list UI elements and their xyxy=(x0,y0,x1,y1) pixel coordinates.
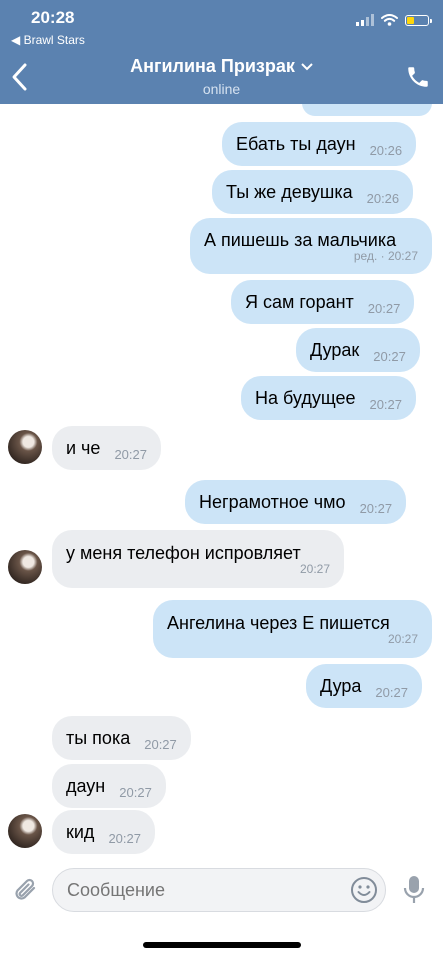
message-time: 20:26 xyxy=(369,142,403,158)
message-bubble[interactable]: На будущее 20:27 xyxy=(241,376,417,420)
status-time: 20:28 xyxy=(31,8,75,27)
chevron-down-icon xyxy=(301,63,313,71)
message-time: 20:27 xyxy=(369,396,403,412)
message-text: А пишешь за мальчика xyxy=(204,229,397,250)
message-time: 20:27 xyxy=(359,500,393,516)
message-input[interactable] xyxy=(52,868,386,912)
message-text: и че xyxy=(66,437,101,458)
message-text: кид xyxy=(66,821,95,842)
message-text: Ебать ты даун xyxy=(236,133,356,154)
message-bubble[interactable]: и че 20:27 xyxy=(52,426,161,470)
home-indicator xyxy=(143,942,301,948)
message-bubble[interactable]: Дура 20:27 xyxy=(306,664,422,708)
emoji-icon[interactable] xyxy=(350,876,378,904)
message-list[interactable]: Ебать ты даун 20:26 Ты же девушка 20:26 А … xyxy=(0,104,443,860)
message-time: 20:27 xyxy=(367,300,401,316)
message-text: у меня телефон испровляет xyxy=(66,542,301,563)
message-time: 20:27 xyxy=(375,684,408,700)
message-time: 20:27 xyxy=(144,736,177,752)
message-bubble[interactable]: у меня телефон испровляет 20:27 xyxy=(52,530,344,588)
avatar[interactable] xyxy=(8,814,42,848)
message-time: ред. · 20:27 xyxy=(353,248,418,263)
microphone-icon[interactable] xyxy=(402,874,426,906)
paperclip-icon[interactable] xyxy=(12,875,40,905)
chat-title[interactable]: Ангилина Призрак online xyxy=(0,56,443,97)
message-time: 20:27 xyxy=(108,830,141,846)
message-bubble[interactable]: Я сам горант 20:27 xyxy=(231,280,415,324)
message-text: Дура xyxy=(320,675,362,696)
contact-name: Ангилина Призрак xyxy=(130,56,295,76)
message-bubble[interactable]: Ангелина через Е пишется 20:27 xyxy=(153,600,432,658)
message-bubble[interactable]: Ебать ты даун 20:26 xyxy=(222,122,417,166)
avatar[interactable] xyxy=(8,550,42,584)
message-bubble[interactable]: Ты же девушка 20:26 xyxy=(212,170,414,214)
message-bubble[interactable]: даун 20:27 xyxy=(52,764,166,808)
message-time: 20:27 xyxy=(114,446,147,462)
message-text: даун xyxy=(66,775,106,796)
message-text: Я сам горант xyxy=(245,291,354,312)
phone-icon[interactable] xyxy=(405,64,431,90)
message-time: 20:27 xyxy=(373,348,406,364)
message-bubble[interactable]: А пишешь за мальчика ред. · 20:27 xyxy=(190,218,432,274)
message-text: Дурак xyxy=(310,339,360,360)
battery-icon xyxy=(405,14,432,26)
message-bubble[interactable]: ты пока 20:27 xyxy=(52,716,191,760)
message-bubble[interactable]: Неграмотное чмо 20:27 xyxy=(185,480,407,524)
wifi-icon xyxy=(381,14,398,26)
message-text: Неграмотное чмо xyxy=(199,491,346,512)
message-bubble[interactable]: кид 20:27 xyxy=(52,810,155,854)
avatar[interactable] xyxy=(8,430,42,464)
back-to-app-link[interactable]: ◀ Brawl Stars xyxy=(11,33,85,47)
message-time: 20:27 xyxy=(299,561,330,576)
message-time: 20:27 xyxy=(119,784,152,800)
signal-icon xyxy=(356,14,374,26)
message-time: 20:27 xyxy=(387,631,418,646)
message-text: На будущее xyxy=(255,387,356,408)
message-time: 20:26 xyxy=(366,190,400,206)
message-text: Ты же девушка xyxy=(226,181,353,202)
status-indicators xyxy=(356,14,432,26)
chat-header: 20:28 ◀ Brawl Stars Ангилина Призрак onl… xyxy=(0,0,443,104)
message-text: Ангелина через Е пишется xyxy=(167,612,390,633)
message-bubble[interactable]: Дурак 20:27 xyxy=(296,328,420,372)
contact-status: online xyxy=(202,81,241,97)
message-bubble-partial xyxy=(302,104,432,116)
message-text: ты пока xyxy=(66,727,131,748)
